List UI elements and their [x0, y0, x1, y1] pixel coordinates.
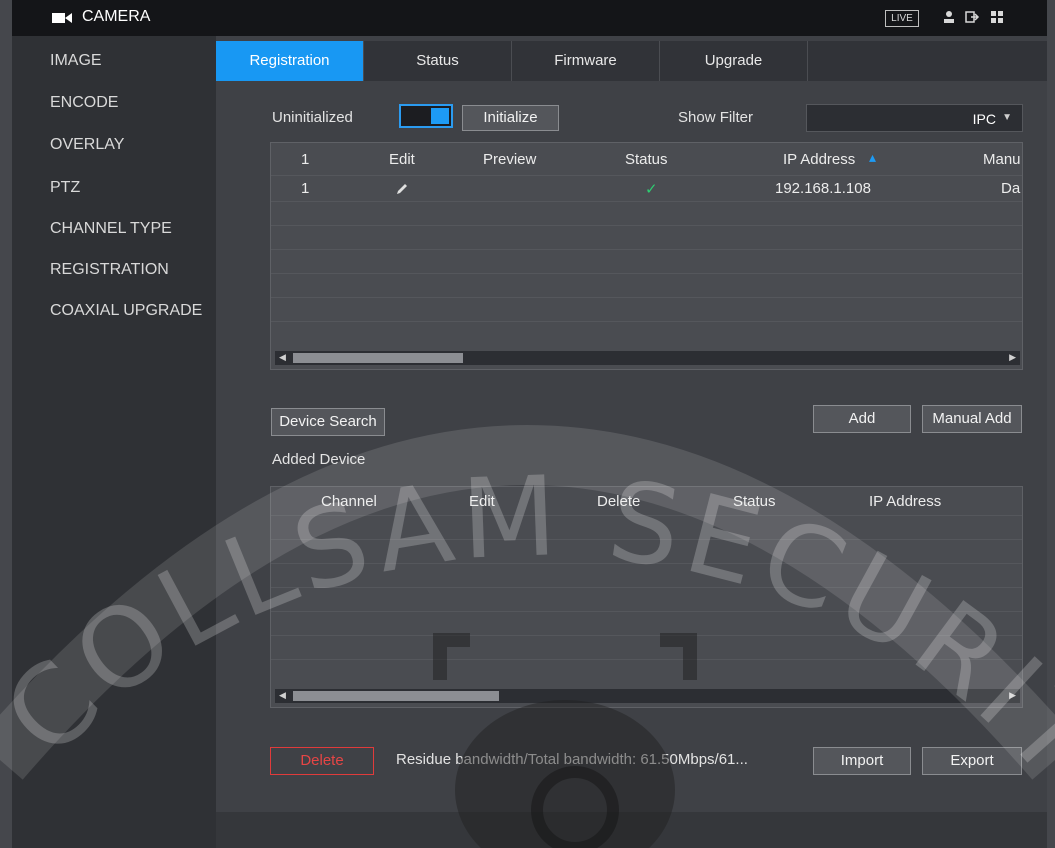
user-icon[interactable]	[941, 9, 957, 25]
scroll-thumb[interactable]	[293, 353, 463, 363]
row-divider	[271, 515, 1022, 516]
row-divider	[271, 225, 1022, 226]
header-ip-address: IP Address	[869, 493, 942, 510]
tab-registration[interactable]: Registration	[216, 41, 364, 81]
row-divider	[271, 563, 1022, 564]
row-divider	[271, 611, 1022, 612]
row-ip-address: 192.168.1.108	[775, 180, 871, 197]
main-panel: Registration Status Firmware Upgrade Uni…	[216, 36, 1047, 848]
header-manufacturer: Manu	[983, 151, 1021, 168]
tab-firmware[interactable]: Firmware	[512, 41, 660, 81]
sidebar-item-channel-type[interactable]: CHANNEL TYPE	[50, 220, 172, 238]
row-divider	[271, 321, 1022, 322]
row-divider	[271, 201, 1022, 202]
sidebar: IMAGE ENCODE OVERLAY PTZ CHANNEL TYPE RE…	[12, 36, 216, 848]
row-divider	[271, 297, 1022, 298]
filter-value: IPC	[972, 111, 996, 127]
sidebar-item-ptz[interactable]: PTZ	[50, 179, 80, 197]
import-button[interactable]: Import	[813, 747, 911, 775]
table-header: 1 Edit Preview Status IP Address ▴ Manu	[271, 143, 1022, 171]
row-divider	[271, 587, 1022, 588]
sidebar-item-registration[interactable]: REGISTRATION	[50, 261, 169, 279]
sidebar-item-image[interactable]: IMAGE	[50, 52, 102, 70]
header-preview: Preview	[483, 151, 537, 168]
table-header: Channel Edit Delete Status IP Address	[271, 487, 1022, 515]
uninitialized-toggle[interactable]	[399, 104, 453, 128]
camera-icon	[52, 13, 72, 23]
header-ip-address[interactable]: IP Address	[783, 151, 855, 168]
row-divider	[271, 659, 1022, 660]
bottom-bar	[216, 812, 1047, 848]
header-status: Status	[625, 151, 668, 168]
logout-icon[interactable]	[964, 9, 980, 25]
header-channel: Channel	[321, 493, 377, 510]
added-device-label: Added Device	[272, 451, 366, 468]
initialize-button[interactable]: Initialize	[462, 105, 559, 131]
app-title: CAMERA	[82, 8, 151, 25]
pencil-icon[interactable]	[395, 182, 409, 196]
table-row[interactable]: 1 ✓ 192.168.1.108 Da	[271, 176, 1022, 200]
live-button[interactable]: LIVE	[885, 10, 919, 27]
uninitialized-label: Uninitialized	[272, 109, 353, 126]
tab-status[interactable]: Status	[364, 41, 512, 81]
scroll-right-icon[interactable]: ▶	[1009, 352, 1016, 363]
menu-grid-icon[interactable]	[989, 9, 1005, 25]
header-edit: Edit	[389, 151, 415, 168]
scroll-thumb[interactable]	[293, 691, 499, 701]
horizontal-scrollbar[interactable]: ◀ ▶	[275, 351, 1020, 365]
tab-bar: Registration Status Firmware Upgrade	[216, 41, 1047, 81]
export-button[interactable]: Export	[922, 747, 1022, 775]
row-divider	[271, 249, 1022, 250]
scroll-left-icon[interactable]: ◀	[279, 690, 286, 701]
sidebar-item-overlay[interactable]: OVERLAY	[50, 136, 124, 154]
row-manufacturer: Da	[1001, 180, 1021, 197]
add-button[interactable]: Add	[813, 405, 911, 433]
header-edit: Edit	[469, 493, 495, 510]
row-divider	[271, 539, 1022, 540]
show-filter-label: Show Filter	[678, 109, 754, 126]
show-filter-select[interactable]: IPC ▼	[806, 104, 1023, 132]
app-window: CAMERA LIVE IMAGE ENCODE OVERLAY PTZ CHA…	[0, 0, 1055, 848]
header-delete: Delete	[597, 493, 641, 510]
added-device-table: Channel Edit Delete Status IP Address ◀ …	[270, 486, 1023, 708]
toggle-knob	[431, 108, 449, 124]
sidebar-item-encode[interactable]: ENCODE	[50, 94, 118, 112]
device-search-button[interactable]: Device Search	[271, 408, 385, 436]
sidebar-item-coaxial-upgrade[interactable]: COAXIAL UPGRADE	[50, 302, 202, 320]
row-divider	[271, 273, 1022, 274]
status-ok-icon: ✓	[645, 181, 658, 198]
sort-arrow-icon[interactable]: ▴	[869, 149, 876, 166]
title-bar: CAMERA LIVE	[12, 0, 1047, 36]
chevron-down-icon: ▼	[1002, 112, 1012, 123]
bandwidth-text: Residue bandwidth/Total bandwidth: 61.50…	[396, 751, 748, 768]
tab-upgrade[interactable]: Upgrade	[660, 41, 808, 81]
header-number[interactable]: 1	[301, 151, 309, 168]
manual-add-button[interactable]: Manual Add	[922, 405, 1022, 433]
device-search-table: 1 Edit Preview Status IP Address ▴ Manu …	[270, 142, 1023, 370]
horizontal-scrollbar[interactable]: ◀ ▶	[275, 689, 1020, 703]
row-divider	[271, 635, 1022, 636]
scroll-right-icon[interactable]: ▶	[1009, 690, 1016, 701]
header-status: Status	[733, 493, 776, 510]
scroll-left-icon[interactable]: ◀	[279, 352, 286, 363]
row-number: 1	[301, 180, 310, 197]
delete-button[interactable]: Delete	[270, 747, 374, 775]
